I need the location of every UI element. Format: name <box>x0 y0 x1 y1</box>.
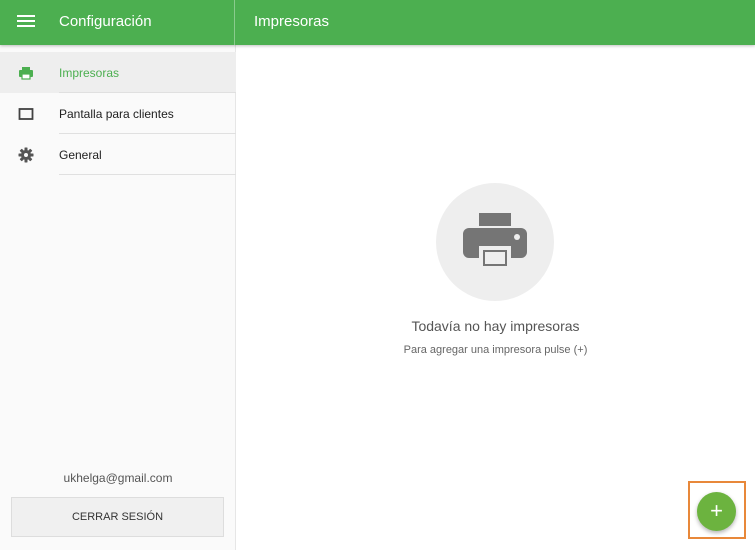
sidebar-item-label: Impresoras <box>59 66 120 80</box>
sidebar-item-impresoras[interactable]: Impresoras <box>0 52 236 93</box>
empty-state-hint: Para agregar una impresora pulse (+) <box>403 344 588 356</box>
sidebar-item-label: General <box>59 148 102 162</box>
gear-icon <box>18 147 34 163</box>
app-bar-left: Configuración <box>0 0 235 45</box>
app-title: Configuración <box>59 13 152 30</box>
monitor-icon <box>18 106 34 122</box>
user-email: ukhelga@gmail.com <box>63 471 173 485</box>
empty-state-illustration <box>436 183 554 301</box>
sidebar: Impresoras Pantalla para clientes Genera… <box>0 45 236 550</box>
logout-button[interactable]: CERRAR SESIÓN <box>11 497 224 537</box>
divider <box>59 174 236 175</box>
printer-icon <box>463 213 527 268</box>
sidebar-item-general[interactable]: General <box>0 134 236 175</box>
page-title: Impresoras <box>254 13 330 30</box>
menu-icon[interactable] <box>17 15 35 29</box>
sidebar-item-label: Pantalla para clientes <box>59 107 174 121</box>
app-bar: Configuración Impresoras <box>0 0 755 45</box>
add-printer-button[interactable]: + <box>697 492 736 531</box>
printer-icon <box>18 65 34 81</box>
sidebar-item-pantalla-para-clientes[interactable]: Pantalla para clientes <box>0 93 236 134</box>
empty-state-title: Todavía no hay impresoras <box>411 318 580 334</box>
